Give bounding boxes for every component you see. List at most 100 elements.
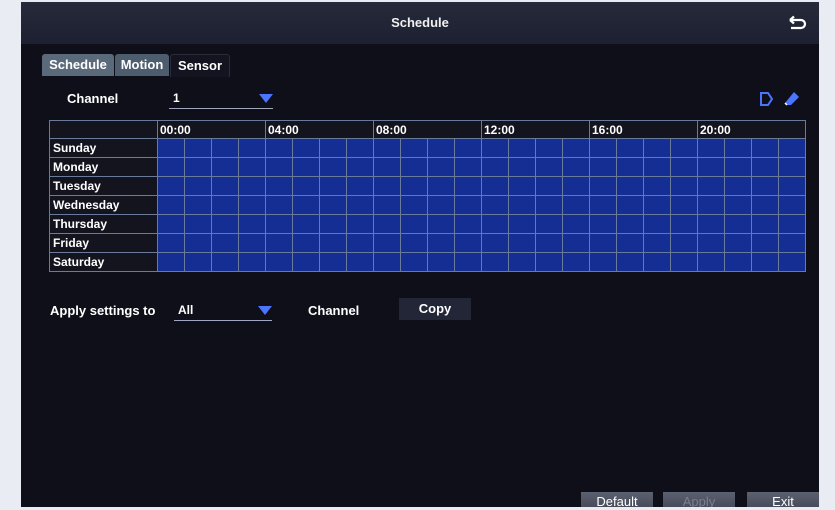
schedule-cell[interactable] [265, 157, 293, 177]
schedule-cell[interactable] [319, 176, 347, 196]
schedule-cell[interactable] [427, 214, 455, 234]
schedule-cell[interactable] [697, 214, 725, 234]
schedule-cell[interactable] [616, 138, 644, 158]
schedule-cell[interactable] [670, 214, 698, 234]
schedule-cell[interactable] [670, 157, 698, 177]
schedule-cell[interactable] [211, 195, 239, 215]
schedule-cell[interactable] [427, 138, 455, 158]
schedule-cell[interactable] [184, 233, 212, 253]
schedule-cell[interactable] [643, 214, 671, 234]
schedule-cell[interactable] [481, 195, 509, 215]
schedule-cell[interactable] [346, 233, 374, 253]
schedule-cell[interactable] [211, 138, 239, 158]
schedule-cell[interactable] [427, 195, 455, 215]
schedule-cell[interactable] [562, 214, 590, 234]
schedule-cell[interactable] [589, 138, 617, 158]
schedule-cell[interactable] [319, 214, 347, 234]
schedule-cell[interactable] [535, 233, 563, 253]
tab-motion[interactable]: Motion [115, 54, 169, 76]
schedule-cell[interactable] [238, 138, 266, 158]
schedule-cell[interactable] [589, 157, 617, 177]
schedule-cell[interactable] [454, 176, 482, 196]
schedule-cell[interactable] [157, 138, 185, 158]
schedule-cell[interactable] [697, 252, 725, 272]
schedule-cell[interactable] [589, 252, 617, 272]
schedule-cell[interactable] [562, 252, 590, 272]
schedule-cell[interactable] [454, 157, 482, 177]
schedule-cell[interactable] [238, 252, 266, 272]
select-icon[interactable] [757, 90, 775, 108]
schedule-cell[interactable] [238, 157, 266, 177]
schedule-cell[interactable] [265, 233, 293, 253]
schedule-cell[interactable] [346, 195, 374, 215]
schedule-cell[interactable] [562, 195, 590, 215]
schedule-cell[interactable] [346, 252, 374, 272]
schedule-cell[interactable] [157, 157, 185, 177]
schedule-cell[interactable] [373, 157, 401, 177]
schedule-cell[interactable] [346, 157, 374, 177]
schedule-cell[interactable] [184, 157, 212, 177]
schedule-cell[interactable] [562, 138, 590, 158]
schedule-cell[interactable] [751, 138, 779, 158]
schedule-cell[interactable] [292, 157, 320, 177]
schedule-cell[interactable] [400, 233, 428, 253]
schedule-cell[interactable] [643, 176, 671, 196]
tab-sensor[interactable]: Sensor [170, 54, 230, 77]
schedule-cell[interactable] [292, 233, 320, 253]
schedule-cell[interactable] [778, 233, 806, 253]
schedule-cell[interactable] [427, 157, 455, 177]
schedule-cell[interactable] [508, 233, 536, 253]
schedule-cell[interactable] [535, 157, 563, 177]
schedule-cell[interactable] [454, 252, 482, 272]
schedule-cell[interactable] [589, 233, 617, 253]
schedule-cell[interactable] [265, 195, 293, 215]
schedule-cell[interactable] [643, 233, 671, 253]
schedule-cell[interactable] [508, 252, 536, 272]
schedule-cell[interactable] [670, 233, 698, 253]
schedule-cell[interactable] [670, 138, 698, 158]
schedule-cell[interactable] [373, 252, 401, 272]
back-arrow-icon[interactable] [785, 11, 809, 35]
schedule-cell[interactable] [157, 252, 185, 272]
schedule-cell[interactable] [643, 195, 671, 215]
schedule-cell[interactable] [157, 214, 185, 234]
schedule-cell[interactable] [292, 176, 320, 196]
schedule-cell[interactable] [589, 176, 617, 196]
schedule-cell[interactable] [292, 252, 320, 272]
schedule-cell[interactable] [535, 138, 563, 158]
schedule-cell[interactable] [454, 233, 482, 253]
schedule-cell[interactable] [697, 233, 725, 253]
schedule-cell[interactable] [778, 157, 806, 177]
schedule-cell[interactable] [292, 214, 320, 234]
schedule-cell[interactable] [211, 157, 239, 177]
schedule-cell[interactable] [265, 138, 293, 158]
schedule-cell[interactable] [616, 157, 644, 177]
schedule-cell[interactable] [373, 233, 401, 253]
schedule-cell[interactable] [265, 214, 293, 234]
schedule-cell[interactable] [616, 252, 644, 272]
schedule-cell[interactable] [508, 195, 536, 215]
schedule-cell[interactable] [319, 233, 347, 253]
schedule-cell[interactable] [751, 233, 779, 253]
schedule-cell[interactable] [670, 195, 698, 215]
schedule-cell[interactable] [724, 214, 752, 234]
schedule-cell[interactable] [643, 157, 671, 177]
schedule-cell[interactable] [319, 138, 347, 158]
schedule-cell[interactable] [778, 252, 806, 272]
schedule-cell[interactable] [589, 214, 617, 234]
exit-button[interactable]: Exit [747, 492, 819, 507]
eraser-icon[interactable] [783, 90, 801, 108]
schedule-cell[interactable] [400, 176, 428, 196]
schedule-cell[interactable] [400, 195, 428, 215]
schedule-cell[interactable] [481, 233, 509, 253]
schedule-cell[interactable] [535, 176, 563, 196]
schedule-cell[interactable] [724, 138, 752, 158]
schedule-cell[interactable] [778, 195, 806, 215]
tab-schedule[interactable]: Schedule [42, 54, 114, 76]
schedule-cell[interactable] [346, 214, 374, 234]
schedule-cell[interactable] [535, 214, 563, 234]
schedule-cell[interactable] [211, 176, 239, 196]
schedule-cell[interactable] [454, 195, 482, 215]
schedule-cell[interactable] [481, 157, 509, 177]
schedule-cell[interactable] [778, 214, 806, 234]
